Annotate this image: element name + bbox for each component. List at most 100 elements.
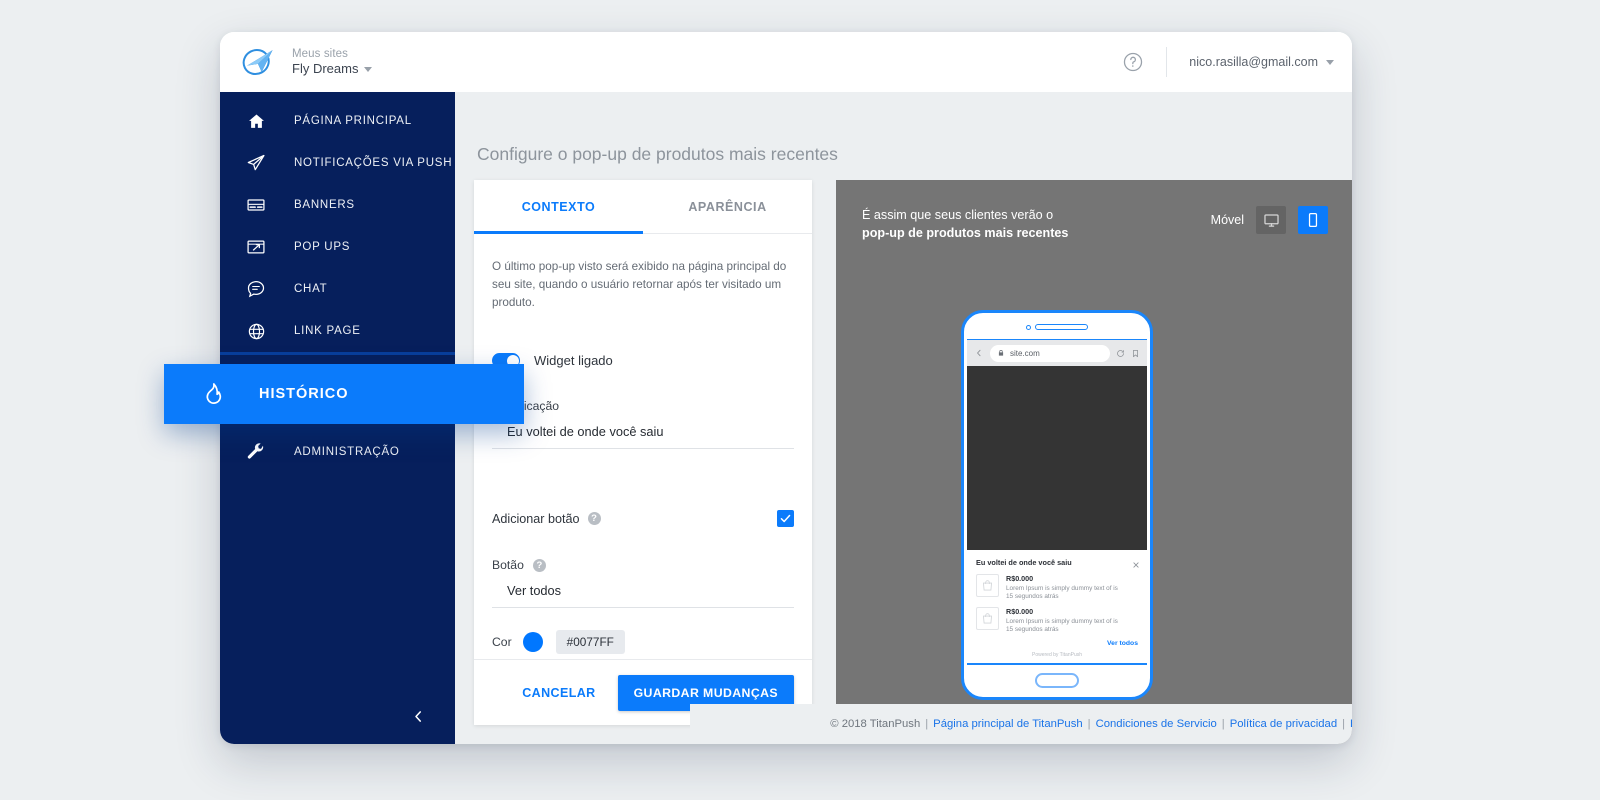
user-email-text: nico.rasilla@gmail.com — [1189, 55, 1318, 69]
widget-toggle-label: Widget ligado — [534, 353, 613, 369]
shopping-bag-icon — [976, 607, 999, 630]
phone-screen-bottom-line — [967, 663, 1147, 665]
top-bar-right: nico.rasilla@gmail.com — [1122, 32, 1352, 92]
color-hex-input[interactable]: #0077FF — [555, 630, 625, 655]
flame-icon — [198, 379, 228, 409]
cancel-button[interactable]: CANCELAR — [518, 680, 599, 706]
device-desktop-button[interactable] — [1256, 206, 1286, 234]
chevron-left-icon — [415, 710, 422, 722]
tab-bar: CONTEXTO APARÊNCIA — [474, 180, 812, 234]
sidebar-item-label: POP UPS — [294, 241, 351, 253]
question-circle-icon[interactable] — [1122, 51, 1144, 73]
monitor-icon — [1263, 213, 1279, 227]
form-body: O último pop-up visto será exibido na pá… — [474, 234, 812, 659]
color-label: Cor — [492, 635, 512, 650]
chat-bubble-icon — [244, 277, 268, 301]
popup-cta-button[interactable]: Ver todos — [976, 640, 1138, 647]
popup-item-price: R$0.000 — [1006, 574, 1034, 583]
add-button-checkbox[interactable] — [777, 510, 794, 528]
widget-toggle-row: Widget ligado — [492, 353, 794, 369]
popup-product-item[interactable]: R$0.000 Lorem Ipsum is simply dummy text… — [976, 574, 1138, 600]
bookmark-icon — [1133, 349, 1138, 357]
qualification-input[interactable]: Eu voltei de onde você saiu — [492, 424, 794, 450]
speaker-bar — [1035, 324, 1088, 330]
chevron-left-icon[interactable] — [974, 348, 984, 358]
user-menu[interactable]: nico.rasilla@gmail.com — [1189, 55, 1334, 69]
popup-item-description: Lorem Ipsum is simply dummy text of is — [1006, 584, 1118, 592]
color-row: Cor #0077FF — [492, 630, 794, 655]
popup-product-item[interactable]: R$0.000 Lorem Ipsum is simply dummy text… — [976, 607, 1138, 633]
popup-item-price: R$0.000 — [1006, 607, 1034, 616]
tab-aparencia[interactable]: APARÊNCIA — [643, 180, 812, 234]
footer-separator: | — [1221, 718, 1225, 730]
help-question-icon[interactable]: ? — [532, 558, 546, 572]
sidebar-item-notificacoes-via-push[interactable]: NOTIFICAÇÕES VIA PUSH — [220, 142, 455, 184]
smartphone-icon — [1308, 212, 1318, 228]
device-mobile-button[interactable] — [1298, 206, 1328, 234]
popup-title: Eu voltei de onde você saiu — [976, 558, 1072, 567]
sidebar-item-label: PÁGINA PRINCIPAL — [294, 115, 412, 127]
settings-card: CONTEXTO APARÊNCIA O último pop-up visto… — [474, 180, 812, 725]
checkmark-icon — [780, 515, 791, 523]
chevron-down-icon — [1326, 59, 1334, 65]
footer-link-terms[interactable]: Condiciones de Servicio — [1096, 718, 1217, 730]
sidebar-item-label: LINK PAGE — [294, 325, 361, 337]
preview-panel: É assim que seus clientes verão o pop-up… — [836, 180, 1352, 744]
preview-popup: Eu voltei de onde você saiu R$0.000 Lore… — [967, 550, 1147, 664]
sidebar-item-label: HISTÓRICO — [259, 386, 349, 402]
browser-actions — [1116, 349, 1140, 358]
reload-icon — [1117, 349, 1124, 357]
wrench-icon — [244, 440, 268, 464]
padlock-icon — [998, 350, 1004, 356]
site-selector[interactable]: Meus sites Fly Dreams — [292, 47, 373, 78]
phone-speaker — [1026, 324, 1088, 330]
popup-item-body: R$0.000 Lorem Ipsum is simply dummy text… — [1006, 574, 1118, 600]
site-label: Meus sites — [292, 47, 348, 60]
footer-link-feedback[interactable]: Enviar comentarios — [1350, 718, 1352, 730]
preview-heading-line1: É assim que seus clientes verão o — [862, 208, 1054, 222]
form-description: O último pop-up visto será exibido na pá… — [492, 260, 787, 310]
sidebar-item-link-page[interactable]: LINK PAGE — [220, 310, 455, 352]
device-switcher: Móvel — [1211, 206, 1328, 234]
url-bar[interactable]: site.com — [990, 344, 1110, 362]
page-footer: © 2018 TitanPush | Página principal de T… — [690, 704, 1352, 744]
footer-separator: | — [1087, 718, 1091, 730]
preview-heading: É assim que seus clientes verão o pop-up… — [862, 206, 1068, 243]
footer-link-privacy[interactable]: Política de privacidad — [1230, 718, 1337, 730]
divider — [1166, 47, 1168, 77]
sidebar-item-chat[interactable]: CHAT — [220, 268, 455, 310]
sidebar-item-banners[interactable]: BANNERS — [220, 184, 455, 226]
color-swatch[interactable] — [522, 632, 543, 653]
popup-item-time: 15 segundos atrás — [1006, 626, 1059, 633]
close-x-icon[interactable] — [1132, 557, 1140, 573]
popup-window-icon — [244, 235, 268, 259]
page-title: Configure o pop-up de produtos mais rece… — [477, 144, 838, 164]
site-name-text: Fly Dreams — [292, 61, 359, 77]
phone-home-button — [1035, 673, 1079, 688]
url-text: site.com — [1010, 348, 1040, 358]
sidebar-item-pagina-principal[interactable]: PÁGINA PRINCIPAL — [220, 100, 455, 142]
sidebar-item-historico[interactable]: HISTÓRICO — [164, 364, 524, 424]
tab-contexto[interactable]: CONTEXTO — [474, 180, 643, 234]
preview-header: É assim que seus clientes verão o pop-up… — [836, 180, 1352, 243]
paper-plane-globe-logo[interactable] — [238, 42, 278, 82]
qualification-label: Qualificação — [492, 399, 560, 414]
footer-link-home[interactable]: Página principal de TitanPush — [933, 718, 1082, 730]
banner-icon — [244, 193, 268, 217]
help-question-icon[interactable]: ? — [587, 512, 601, 526]
phone-mockup: site.com Eu voltei de onde você saiu R$0… — [961, 310, 1153, 700]
sidebar-item-administracao[interactable]: ADMINISTRAÇÃO — [220, 431, 455, 473]
sidebar-item-label: CHAT — [294, 283, 328, 295]
add-button-label: Adicionar botão — [492, 511, 580, 526]
sidebar-item-pop-ups[interactable]: POP UPS — [220, 226, 455, 268]
footer-copyright: © 2018 TitanPush — [830, 718, 921, 730]
site-name[interactable]: Fly Dreams — [292, 61, 373, 77]
screen-root: Meus sites Fly Dreams nico.rasilla@gmail — [0, 0, 1600, 800]
phone-screen: site.com Eu voltei de onde você saiu R$0… — [967, 339, 1147, 664]
sidebar-collapse-button[interactable] — [220, 698, 455, 734]
button-text-input[interactable]: Ver todos — [492, 583, 794, 609]
popup-powered-by: Powered by TitanPush — [1031, 652, 1083, 658]
add-button-label-group: Adicionar botão ? — [492, 512, 601, 526]
footer-separator: | — [1342, 718, 1346, 730]
